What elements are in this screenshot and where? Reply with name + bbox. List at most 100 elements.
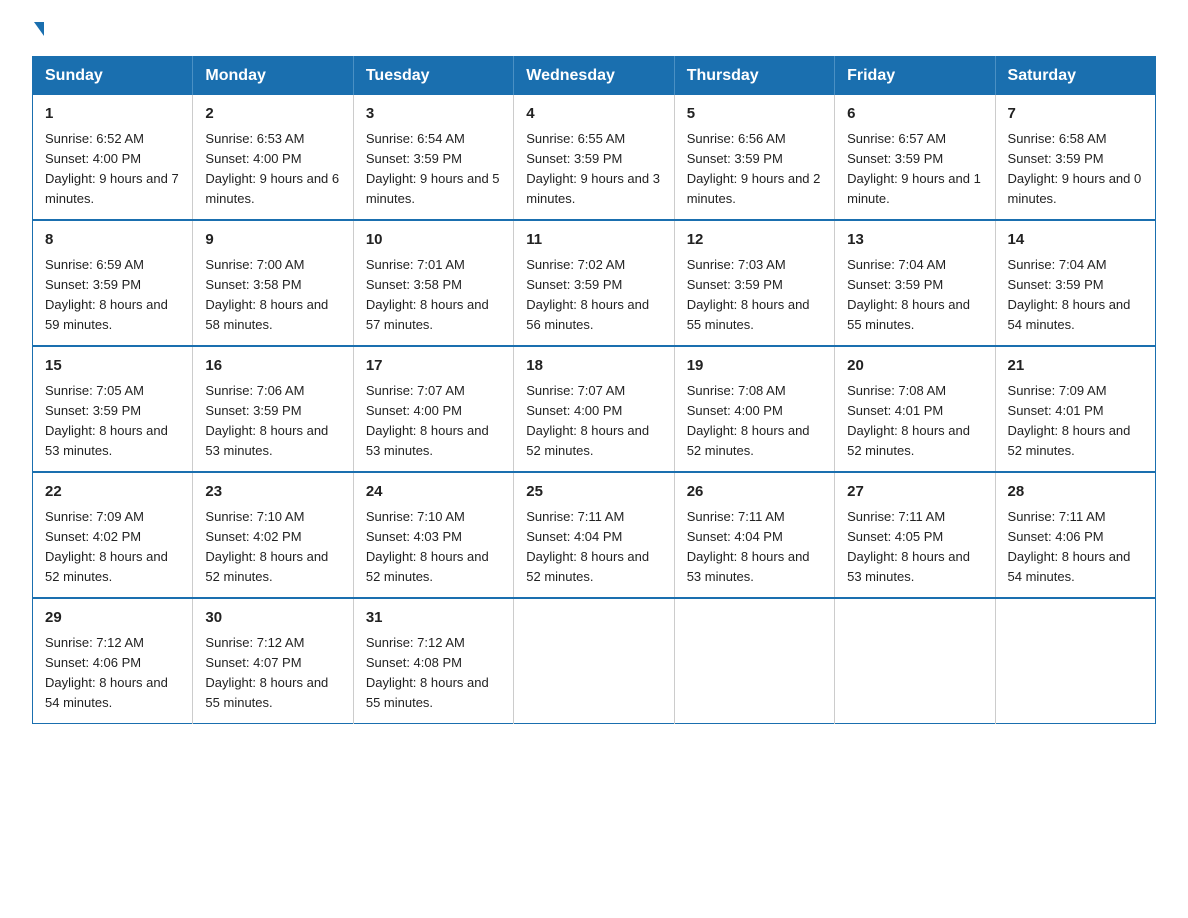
calendar-cell: 30 Sunrise: 7:12 AMSunset: 4:07 PMDaylig… bbox=[193, 598, 353, 724]
day-number: 22 bbox=[45, 481, 180, 504]
day-number: 10 bbox=[366, 229, 501, 252]
day-info: Sunrise: 6:56 AMSunset: 3:59 PMDaylight:… bbox=[687, 131, 821, 206]
day-number: 14 bbox=[1008, 229, 1143, 252]
day-number: 26 bbox=[687, 481, 822, 504]
day-info: Sunrise: 7:11 AMSunset: 4:06 PMDaylight:… bbox=[1008, 509, 1131, 584]
col-header-sunday: Sunday bbox=[33, 57, 193, 96]
calendar-cell: 13 Sunrise: 7:04 AMSunset: 3:59 PMDaylig… bbox=[835, 220, 995, 346]
day-info: Sunrise: 7:07 AMSunset: 4:00 PMDaylight:… bbox=[526, 383, 649, 458]
day-number: 6 bbox=[847, 103, 982, 126]
calendar-cell: 31 Sunrise: 7:12 AMSunset: 4:08 PMDaylig… bbox=[353, 598, 513, 724]
day-info: Sunrise: 7:01 AMSunset: 3:58 PMDaylight:… bbox=[366, 257, 489, 332]
day-info: Sunrise: 7:00 AMSunset: 3:58 PMDaylight:… bbox=[205, 257, 328, 332]
calendar-cell bbox=[514, 598, 674, 724]
calendar-cell: 5 Sunrise: 6:56 AMSunset: 3:59 PMDayligh… bbox=[674, 95, 834, 220]
calendar-cell: 14 Sunrise: 7:04 AMSunset: 3:59 PMDaylig… bbox=[995, 220, 1155, 346]
day-number: 18 bbox=[526, 355, 661, 378]
calendar-cell: 28 Sunrise: 7:11 AMSunset: 4:06 PMDaylig… bbox=[995, 472, 1155, 598]
calendar-cell bbox=[674, 598, 834, 724]
calendar-cell: 23 Sunrise: 7:10 AMSunset: 4:02 PMDaylig… bbox=[193, 472, 353, 598]
calendar-cell: 17 Sunrise: 7:07 AMSunset: 4:00 PMDaylig… bbox=[353, 346, 513, 472]
calendar-cell: 18 Sunrise: 7:07 AMSunset: 4:00 PMDaylig… bbox=[514, 346, 674, 472]
day-number: 25 bbox=[526, 481, 661, 504]
day-number: 7 bbox=[1008, 103, 1143, 126]
day-number: 24 bbox=[366, 481, 501, 504]
day-number: 29 bbox=[45, 607, 180, 630]
day-info: Sunrise: 7:07 AMSunset: 4:00 PMDaylight:… bbox=[366, 383, 489, 458]
day-number: 11 bbox=[526, 229, 661, 252]
day-info: Sunrise: 7:04 AMSunset: 3:59 PMDaylight:… bbox=[847, 257, 970, 332]
calendar-week-row: 22 Sunrise: 7:09 AMSunset: 4:02 PMDaylig… bbox=[33, 472, 1156, 598]
day-info: Sunrise: 7:08 AMSunset: 4:00 PMDaylight:… bbox=[687, 383, 810, 458]
day-number: 3 bbox=[366, 103, 501, 126]
col-header-wednesday: Wednesday bbox=[514, 57, 674, 96]
calendar-cell bbox=[835, 598, 995, 724]
col-header-thursday: Thursday bbox=[674, 57, 834, 96]
day-number: 15 bbox=[45, 355, 180, 378]
day-info: Sunrise: 7:11 AMSunset: 4:04 PMDaylight:… bbox=[687, 509, 810, 584]
calendar-cell: 29 Sunrise: 7:12 AMSunset: 4:06 PMDaylig… bbox=[33, 598, 193, 724]
day-number: 9 bbox=[205, 229, 340, 252]
day-info: Sunrise: 7:08 AMSunset: 4:01 PMDaylight:… bbox=[847, 383, 970, 458]
logo bbox=[32, 24, 44, 38]
calendar-cell: 22 Sunrise: 7:09 AMSunset: 4:02 PMDaylig… bbox=[33, 472, 193, 598]
calendar-cell: 9 Sunrise: 7:00 AMSunset: 3:58 PMDayligh… bbox=[193, 220, 353, 346]
day-info: Sunrise: 7:03 AMSunset: 3:59 PMDaylight:… bbox=[687, 257, 810, 332]
day-number: 16 bbox=[205, 355, 340, 378]
day-info: Sunrise: 7:12 AMSunset: 4:08 PMDaylight:… bbox=[366, 635, 489, 710]
col-header-saturday: Saturday bbox=[995, 57, 1155, 96]
day-number: 4 bbox=[526, 103, 661, 126]
calendar-cell: 20 Sunrise: 7:08 AMSunset: 4:01 PMDaylig… bbox=[835, 346, 995, 472]
day-info: Sunrise: 6:59 AMSunset: 3:59 PMDaylight:… bbox=[45, 257, 168, 332]
day-info: Sunrise: 6:58 AMSunset: 3:59 PMDaylight:… bbox=[1008, 131, 1142, 206]
day-info: Sunrise: 7:09 AMSunset: 4:01 PMDaylight:… bbox=[1008, 383, 1131, 458]
day-number: 30 bbox=[205, 607, 340, 630]
day-number: 1 bbox=[45, 103, 180, 126]
day-info: Sunrise: 7:10 AMSunset: 4:02 PMDaylight:… bbox=[205, 509, 328, 584]
day-info: Sunrise: 7:11 AMSunset: 4:04 PMDaylight:… bbox=[526, 509, 649, 584]
day-info: Sunrise: 7:12 AMSunset: 4:07 PMDaylight:… bbox=[205, 635, 328, 710]
calendar-cell: 19 Sunrise: 7:08 AMSunset: 4:00 PMDaylig… bbox=[674, 346, 834, 472]
day-number: 12 bbox=[687, 229, 822, 252]
calendar-cell: 24 Sunrise: 7:10 AMSunset: 4:03 PMDaylig… bbox=[353, 472, 513, 598]
day-info: Sunrise: 7:10 AMSunset: 4:03 PMDaylight:… bbox=[366, 509, 489, 584]
calendar-cell: 6 Sunrise: 6:57 AMSunset: 3:59 PMDayligh… bbox=[835, 95, 995, 220]
calendar-header-row: SundayMondayTuesdayWednesdayThursdayFrid… bbox=[33, 57, 1156, 96]
day-number: 27 bbox=[847, 481, 982, 504]
calendar-cell: 21 Sunrise: 7:09 AMSunset: 4:01 PMDaylig… bbox=[995, 346, 1155, 472]
calendar-cell: 2 Sunrise: 6:53 AMSunset: 4:00 PMDayligh… bbox=[193, 95, 353, 220]
col-header-monday: Monday bbox=[193, 57, 353, 96]
day-info: Sunrise: 7:12 AMSunset: 4:06 PMDaylight:… bbox=[45, 635, 168, 710]
logo-arrow-icon bbox=[34, 22, 44, 36]
page-header bbox=[32, 24, 1156, 38]
calendar-cell: 7 Sunrise: 6:58 AMSunset: 3:59 PMDayligh… bbox=[995, 95, 1155, 220]
day-number: 20 bbox=[847, 355, 982, 378]
day-number: 2 bbox=[205, 103, 340, 126]
day-info: Sunrise: 7:02 AMSunset: 3:59 PMDaylight:… bbox=[526, 257, 649, 332]
day-number: 23 bbox=[205, 481, 340, 504]
calendar-cell: 12 Sunrise: 7:03 AMSunset: 3:59 PMDaylig… bbox=[674, 220, 834, 346]
day-number: 19 bbox=[687, 355, 822, 378]
day-info: Sunrise: 6:53 AMSunset: 4:00 PMDaylight:… bbox=[205, 131, 339, 206]
day-number: 8 bbox=[45, 229, 180, 252]
day-number: 31 bbox=[366, 607, 501, 630]
calendar-cell: 4 Sunrise: 6:55 AMSunset: 3:59 PMDayligh… bbox=[514, 95, 674, 220]
col-header-friday: Friday bbox=[835, 57, 995, 96]
calendar-week-row: 8 Sunrise: 6:59 AMSunset: 3:59 PMDayligh… bbox=[33, 220, 1156, 346]
day-number: 13 bbox=[847, 229, 982, 252]
day-info: Sunrise: 6:52 AMSunset: 4:00 PMDaylight:… bbox=[45, 131, 179, 206]
calendar-cell bbox=[995, 598, 1155, 724]
calendar-cell: 15 Sunrise: 7:05 AMSunset: 3:59 PMDaylig… bbox=[33, 346, 193, 472]
calendar-cell: 8 Sunrise: 6:59 AMSunset: 3:59 PMDayligh… bbox=[33, 220, 193, 346]
calendar-week-row: 15 Sunrise: 7:05 AMSunset: 3:59 PMDaylig… bbox=[33, 346, 1156, 472]
day-number: 28 bbox=[1008, 481, 1143, 504]
day-number: 5 bbox=[687, 103, 822, 126]
calendar-cell: 3 Sunrise: 6:54 AMSunset: 3:59 PMDayligh… bbox=[353, 95, 513, 220]
calendar-week-row: 29 Sunrise: 7:12 AMSunset: 4:06 PMDaylig… bbox=[33, 598, 1156, 724]
day-number: 21 bbox=[1008, 355, 1143, 378]
calendar-cell: 10 Sunrise: 7:01 AMSunset: 3:58 PMDaylig… bbox=[353, 220, 513, 346]
calendar-cell: 11 Sunrise: 7:02 AMSunset: 3:59 PMDaylig… bbox=[514, 220, 674, 346]
calendar-cell: 27 Sunrise: 7:11 AMSunset: 4:05 PMDaylig… bbox=[835, 472, 995, 598]
calendar-week-row: 1 Sunrise: 6:52 AMSunset: 4:00 PMDayligh… bbox=[33, 95, 1156, 220]
day-info: Sunrise: 7:06 AMSunset: 3:59 PMDaylight:… bbox=[205, 383, 328, 458]
